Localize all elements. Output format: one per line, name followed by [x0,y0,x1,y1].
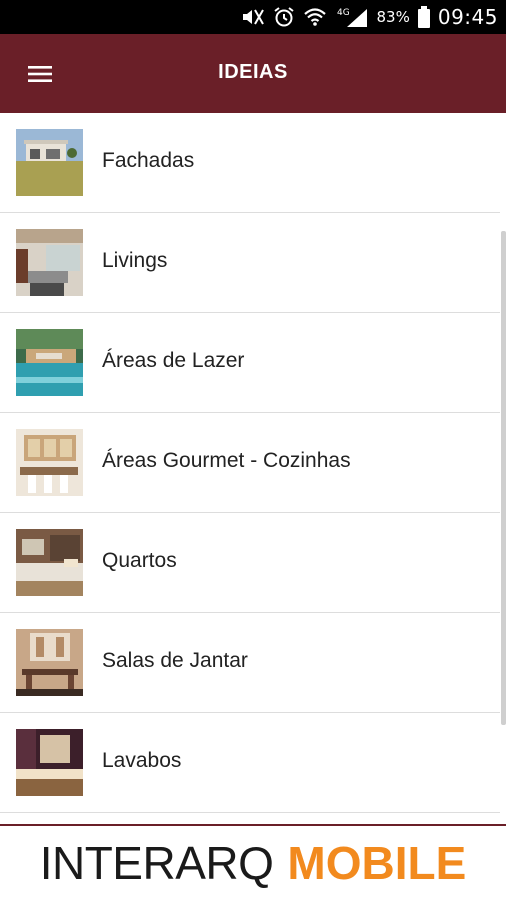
brand-banner[interactable]: INTERARQ MOBILE [0,824,506,900]
category-list[interactable]: Fachadas Livings Áreas de Lazer Áreas Go… [0,113,506,824]
washroom-photo [16,729,83,796]
page-title: IDEIAS [218,61,288,83]
list-item-fachadas[interactable]: Fachadas [0,113,500,213]
signal-icon: 4G [335,6,369,28]
list-item-label: Quartos [102,549,177,572]
scrollbar[interactable] [501,231,506,725]
list-item-salas-de-jantar[interactable]: Salas de Jantar [0,613,500,713]
list-item-label: Áreas de Lazer [102,349,245,372]
list-item-label: Lavabos [102,749,182,772]
list-item-quartos[interactable]: Quartos [0,513,500,613]
pool-area-photo [16,329,83,396]
list-item-label: Livings [102,249,168,272]
living-room-photo [16,229,83,296]
brand-name-part2: MOBILE [287,837,467,889]
facade-photo [16,129,83,196]
list-item-partial[interactable] [0,813,500,824]
list-item-label: Fachadas [102,149,195,172]
mute-icon [241,6,265,28]
app-bar: IDEIAS [0,34,506,113]
brand-name-part1: INTERARQ [39,837,274,889]
clock: 09:45 [437,5,498,29]
list-item-areas-de-lazer[interactable]: Áreas de Lazer [0,313,500,413]
dining-room-photo [16,629,83,696]
list-item-label: Áreas Gourmet - Cozinhas [102,449,351,472]
list-item-label: Salas de Jantar [102,649,248,672]
battery-icon [417,6,430,28]
battery-percent: 83% [376,8,410,26]
list-item-livings[interactable]: Livings [0,213,500,313]
list-item-areas-gourmet-cozinhas[interactable]: Áreas Gourmet - Cozinhas [0,413,500,513]
bedroom-photo [16,529,83,596]
list-item-lavabos[interactable]: Lavabos [0,713,500,813]
network-type-label: 4G [337,8,350,18]
wifi-icon [303,6,327,28]
status-bar: 4G 83% 09:45 [0,0,506,34]
gourmet-kitchen-photo [16,429,83,496]
alarm-icon [273,6,295,28]
